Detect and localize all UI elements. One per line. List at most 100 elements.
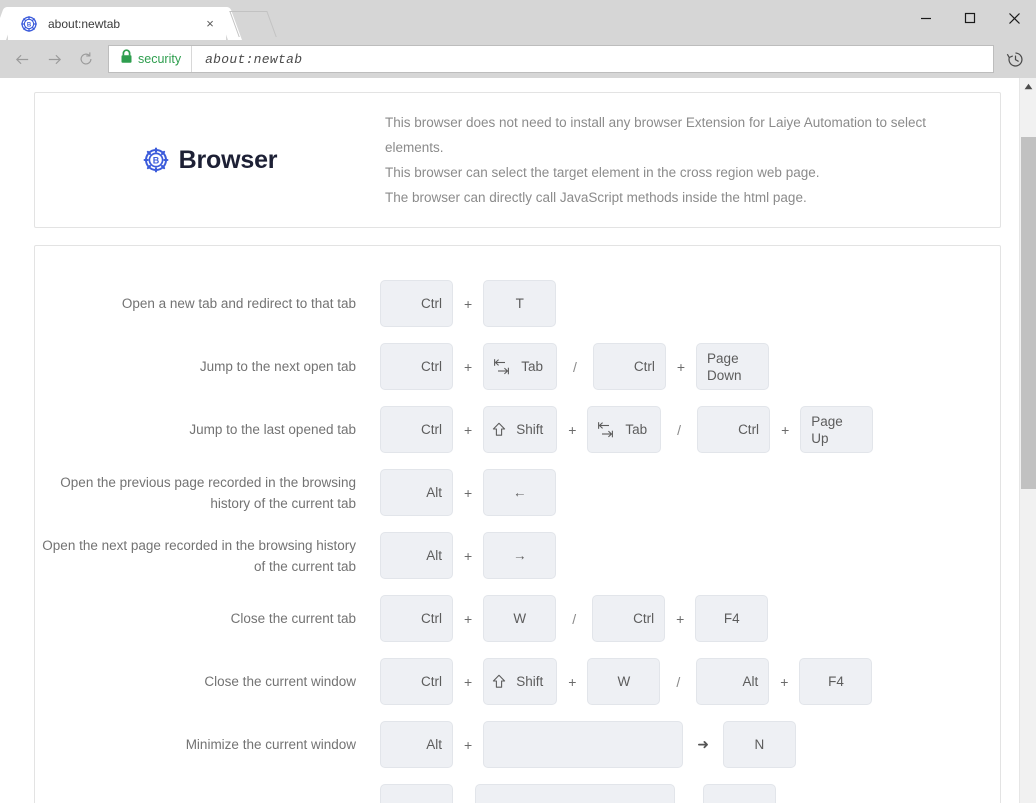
minimize-icon[interactable] — [904, 0, 948, 36]
keycap[interactable]: T — [483, 280, 557, 327]
back-arrow-icon[interactable] — [6, 44, 38, 74]
keycap[interactable]: Tab — [483, 343, 557, 390]
shift-key-icon — [492, 674, 506, 689]
key-separator-plus: + — [464, 421, 473, 438]
keycap[interactable]: Ctrl — [697, 406, 771, 453]
shortcut-row: Close the current tab Ctrl + W / Ctrl + F4 — [35, 587, 1000, 650]
maximize-icon[interactable] — [948, 0, 992, 36]
key-separator-plus: + — [676, 610, 685, 627]
keycap[interactable]: Tab — [587, 406, 662, 453]
keycap[interactable]: Ctrl — [380, 595, 453, 642]
keycap[interactable]: Ctrl — [592, 595, 666, 642]
shortcut-keys: Ctrl + Shift + Tab / Ctrl + Page Up — [380, 406, 1000, 453]
key-separator-plus: + — [780, 673, 789, 690]
url-input[interactable]: about:newtab — [205, 52, 302, 67]
key-separator-plus: + — [464, 295, 473, 312]
security-badge[interactable]: security — [109, 46, 193, 72]
keycap[interactable]: F4 — [799, 658, 873, 705]
key-separator-plus: + — [464, 547, 473, 564]
shortcut-keys: Alt + ➜ N — [380, 721, 1000, 768]
key-separator-slash: / — [572, 358, 577, 375]
address-bar[interactable]: security about:newtab — [108, 45, 994, 73]
browser-window: B about:newtab × security about:newtab B… — [0, 0, 1036, 803]
keycap[interactable]: → — [483, 532, 557, 579]
tab-key-icon — [492, 356, 511, 377]
keycap[interactable] — [475, 784, 675, 803]
intro-description: This browser does not need to install an… — [385, 110, 972, 210]
keycap[interactable] — [380, 784, 453, 803]
keycap[interactable]: W — [483, 595, 557, 642]
navigation-toolbar: security about:newtab — [0, 40, 1036, 78]
keycap[interactable] — [703, 784, 776, 803]
reload-icon[interactable] — [70, 44, 102, 74]
keycap-label: Tab — [521, 359, 543, 374]
keycap-label: Shift — [516, 674, 544, 689]
keycap-label: Tab — [625, 422, 648, 437]
keycap[interactable]: Alt — [696, 658, 770, 705]
keycap[interactable]: W — [587, 658, 661, 705]
keycap[interactable]: Shift — [483, 406, 558, 453]
shortcut-label: Open a new tab and redirect to that tab — [121, 296, 356, 311]
browser-tab[interactable]: B about:newtab × — [8, 7, 226, 40]
shortcut-row: Close the current window Ctrl + Shift + W / Alt… — [35, 650, 1000, 713]
key-separator-plus: + — [464, 673, 473, 690]
shortcut-row: Jump to the next open tab Ctrl + Tab / Ctrl + P… — [35, 335, 1000, 398]
keycap[interactable]: Page Down — [696, 343, 770, 390]
shortcut-row: Minimize the current window Alt + ➜ N — [35, 713, 1000, 776]
key-separator-plus: + — [676, 358, 686, 375]
key-separator-plus: + — [464, 610, 473, 627]
intro-line: This browser can select the target eleme… — [385, 165, 820, 180]
new-tab-button[interactable] — [229, 11, 277, 37]
brand-name: Browser — [178, 145, 278, 174]
shortcut-keys: Alt + → — [380, 532, 1000, 579]
key-separator-plus: + — [568, 421, 577, 438]
key-separator-plus: + — [464, 358, 473, 375]
keycap[interactable]: Ctrl — [380, 406, 453, 453]
keycap[interactable] — [483, 721, 684, 768]
keycap[interactable]: Alt — [380, 721, 453, 768]
key-separator-slash: / — [677, 421, 682, 438]
security-label: security — [138, 52, 182, 66]
keycap[interactable]: Page Up — [800, 406, 874, 453]
intro-card: B Browser This browser does not need to … — [34, 92, 1001, 228]
tab-key-icon — [596, 419, 615, 440]
keycap[interactable]: N — [722, 721, 796, 768]
brand-block: B Browser — [35, 146, 385, 175]
shortcut-row: Open a new tab and redirect to that tab C… — [35, 272, 1000, 335]
scrollbar-track[interactable] — [1020, 95, 1036, 803]
close-icon[interactable] — [992, 0, 1036, 36]
window-controls — [904, 0, 1036, 36]
scrollbar-thumb[interactable] — [1020, 137, 1036, 489]
page-scrollbar[interactable] — [1019, 78, 1036, 803]
key-separator-arrow: ➜ — [697, 736, 709, 752]
page-content: B Browser This browser does not need to … — [0, 78, 1019, 803]
tab-close-icon[interactable]: × — [202, 16, 218, 32]
title-bar: B about:newtab × — [0, 0, 1036, 40]
scroll-up-arrow-icon[interactable] — [1020, 78, 1036, 95]
tab-strip: B about:newtab × — [0, 0, 277, 40]
history-clock-icon[interactable] — [1000, 44, 1030, 74]
keycap[interactable]: Ctrl — [380, 658, 453, 705]
key-separator-slash: / — [572, 610, 577, 627]
shortcut-label: Minimize the current window — [185, 737, 356, 752]
shortcut-row: Open the previous page recorded in the b… — [35, 461, 1000, 524]
keycap[interactable]: Ctrl — [592, 343, 666, 390]
keycap[interactable]: Alt — [380, 469, 453, 516]
key-separator-slash: / — [676, 673, 681, 690]
key-separator-plus: + — [781, 421, 790, 438]
keycap[interactable]: Ctrl — [380, 280, 453, 327]
shortcut-keys: Ctrl + Tab / Ctrl + Page Down — [380, 343, 1000, 390]
keycap[interactable]: ← — [483, 469, 557, 516]
url-input-wrap[interactable]: about:newtab — [192, 46, 993, 72]
shortcut-keys — [380, 784, 1000, 803]
keycap[interactable]: Alt — [380, 532, 453, 579]
browser-logo-icon: B — [20, 15, 38, 33]
keycap[interactable]: F4 — [695, 595, 769, 642]
shift-key-icon — [492, 422, 506, 437]
keycap[interactable]: Shift — [483, 658, 558, 705]
key-separator-plus: + — [568, 673, 577, 690]
forward-arrow-icon[interactable] — [38, 44, 70, 74]
keycap[interactable]: Ctrl — [380, 343, 453, 390]
shortcut-label: Jump to the last opened tab — [189, 422, 356, 437]
page-viewport: B Browser This browser does not need to … — [0, 78, 1036, 803]
